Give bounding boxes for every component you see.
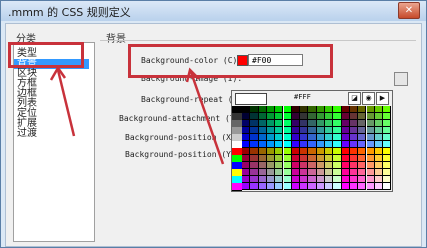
dialog-body: 分类 类型背景区块方框边框列表定位扩展过渡 背景 Background-colo…	[5, 23, 422, 247]
arrow-to-color	[189, 71, 225, 165]
dialog-title: .mmm 的 CSS 规则定义	[8, 6, 131, 19]
annotation-arrows	[49, 65, 225, 165]
title-bar: .mmm 的 CSS 规则定义 ✕	[1, 1, 426, 21]
arrow-to-category	[56, 69, 76, 137]
close-button[interactable]: ✕	[398, 2, 420, 19]
css-rule-dialog: .mmm 的 CSS 规则定义 ✕ 分类 类型 背景 区块 方框 边框 列表 定位 扩展 过渡 …	[0, 0, 427, 248]
